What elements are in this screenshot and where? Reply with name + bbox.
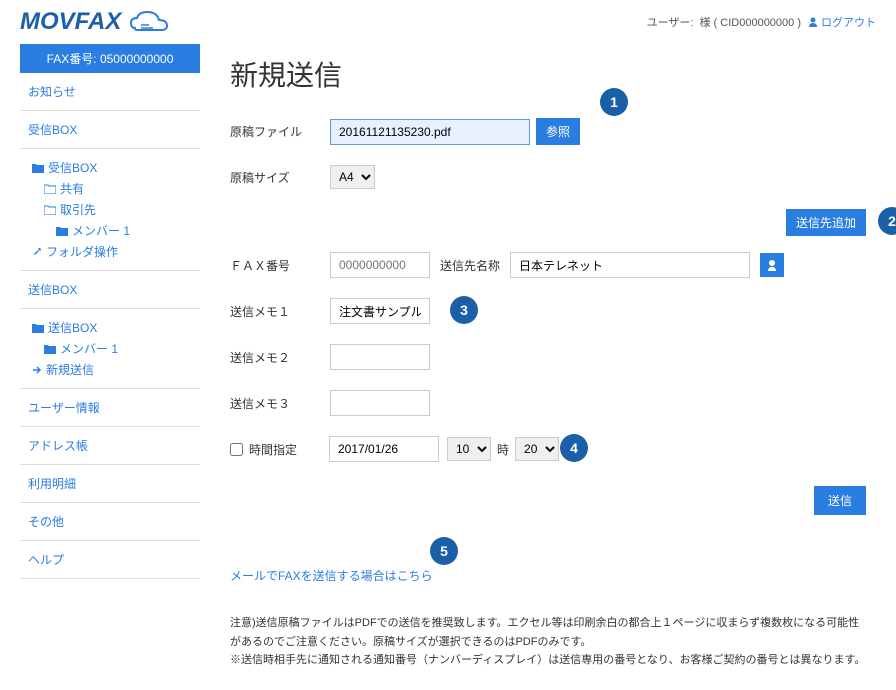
folder-icon [32,323,44,333]
sidebar-item-notice[interactable]: お知らせ [20,73,200,111]
user-info: ユーザー: 様 ( CID000000000 ) ログアウト [647,14,876,30]
callout-3: 3 [450,296,478,324]
fax-number-banner: FAX番号: 05000000000 [20,44,200,73]
memo3-input[interactable] [330,390,430,416]
memo1-input[interactable] [330,298,430,324]
schedule-min-select[interactable]: 20 [515,437,559,461]
new-send-label: 新規送信 [46,361,94,378]
add-dest-row: 送信先追加 2 [230,209,866,236]
memo3-row: 送信メモ３ [230,390,866,416]
fax-row: ＦＡＸ番号 送信先名称 [230,252,866,278]
submit-button[interactable]: 送信 [814,486,866,515]
sidebar-inbox-folders: 受信BOX 共有 取引先 メンバー 1 フォルダ操作 [20,149,200,271]
logout-label: ログアウト [821,14,876,30]
arrow-right-icon [32,365,42,375]
size-row: 原稿サイズ A4 [230,165,866,189]
folder-shared[interactable]: 共有 [28,178,192,199]
sidebar-item-other[interactable]: その他 [20,503,200,541]
schedule-checkbox[interactable] [230,443,243,456]
memo2-label: 送信メモ２ [230,349,330,366]
folder-customers[interactable]: 取引先 [28,199,192,220]
size-select[interactable]: A4 [330,165,375,189]
addressbook-icon [765,258,779,272]
file-label: 原稿ファイル [230,123,330,140]
memo3-label: 送信メモ３ [230,395,330,412]
memo1-row: 送信メモ１ 3 [230,298,866,324]
memo2-input[interactable] [330,344,430,370]
folder-outbox-member1[interactable]: メンバー 1 [28,338,192,359]
schedule-hour-select[interactable]: 10 [447,437,491,461]
schedule-label: 時間指定 [249,441,329,458]
logo: MOVFAX [20,8,173,36]
callout-2: 2 [878,207,896,235]
logout-link[interactable]: ログアウト [807,14,876,30]
sidebar: FAX番号: 05000000000 お知らせ 受信BOX 受信BOX 共有 取… [0,44,200,690]
dest-name-label: 送信先名称 [440,257,500,274]
folder-inbox-root[interactable]: 受信BOX [28,157,192,178]
dest-name-input[interactable] [510,252,750,278]
note-2: ※送信時相手先に通知される通知番号（ナンバーディスプレイ）は送信専用の番号となり… [230,651,866,670]
submit-row: 送信 [230,486,866,515]
memo2-row: 送信メモ２ [230,344,866,370]
notes: 注意)送信原稿ファイルはPDFでの送信を推奨致します。エクセル等は印刷余白の都合… [230,614,866,670]
folder-icon [56,226,68,236]
callout-4: 4 [560,434,588,462]
folder-member1[interactable]: メンバー 1 [28,220,192,241]
folder-label: 共有 [60,180,84,197]
sidebar-item-usage[interactable]: 利用明細 [20,465,200,503]
new-send-link[interactable]: 新規送信 [28,359,192,380]
add-dest-button[interactable]: 送信先追加 [786,209,866,236]
user-name: 様 ( CID000000000 ) [700,14,802,30]
note-1: 注意)送信原稿ファイルはPDFでの送信を推奨致します。エクセル等は印刷余白の都合… [230,614,866,651]
addressbook-button[interactable] [760,253,784,277]
memo1-label: 送信メモ１ [230,303,330,320]
user-icon [807,16,819,28]
page-title: 新規送信 [230,54,866,94]
logo-text: MOVFAX [20,8,121,36]
file-row: 原稿ファイル 参照 1 [230,118,866,145]
fax-label: ＦＡＸ番号 [230,257,330,274]
logo-cloud-icon [123,8,173,36]
folder-icon [44,344,56,354]
schedule-date-input[interactable] [329,436,439,462]
user-label: ユーザー: [647,14,694,30]
email-fax-link[interactable]: メールでFAXを送信する場合はこちら [230,567,433,584]
folder-open-icon [44,184,56,194]
folder-label: メンバー 1 [72,222,130,239]
callout-1: 1 [600,88,628,116]
size-label: 原稿サイズ [230,169,330,186]
folder-label: 受信BOX [48,159,97,176]
fax-input[interactable] [330,252,430,278]
hour-suffix: 時 [497,441,509,458]
folder-outbox-root[interactable]: 送信BOX [28,317,192,338]
folder-label: 取引先 [60,201,96,218]
callout-5: 5 [430,537,458,565]
sidebar-outbox-folders: 送信BOX メンバー 1 新規送信 [20,309,200,389]
sidebar-item-userinfo[interactable]: ユーザー情報 [20,389,200,427]
sidebar-item-addressbook[interactable]: アドレス帳 [20,427,200,465]
folder-ops-link[interactable]: フォルダ操作 [28,241,192,262]
folder-ops-label: フォルダ操作 [46,243,118,260]
folder-icon [32,163,44,173]
main-content: 新規送信 原稿ファイル 参照 1 原稿サイズ A4 送信先追加 2 ＦＡＸ番号 … [200,44,896,690]
folder-open-icon [44,205,56,215]
file-input[interactable] [330,119,530,145]
wrench-icon [32,247,42,257]
browse-button[interactable]: 参照 [536,118,580,145]
folder-label: 送信BOX [48,319,97,336]
schedule-row: 時間指定 10 時 20 分 4 [230,436,866,462]
sidebar-item-help[interactable]: ヘルプ [20,541,200,579]
folder-label: メンバー 1 [60,340,118,357]
sidebar-item-outbox[interactable]: 送信BOX [20,271,200,309]
sidebar-item-inbox[interactable]: 受信BOX [20,111,200,149]
